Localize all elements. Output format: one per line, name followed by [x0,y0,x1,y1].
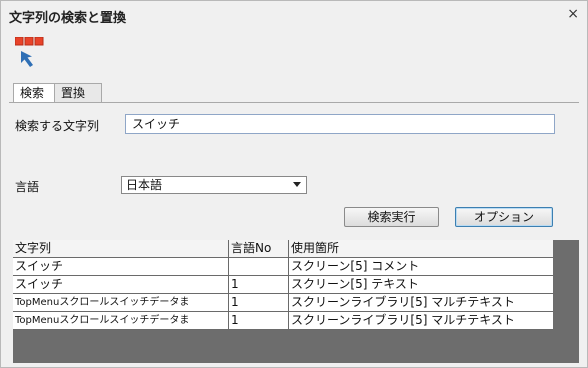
close-icon[interactable]: × [567,6,579,22]
table-cell-usage-location: スクリーン[5] テキスト [291,277,419,291]
table-cell-language-no: 1 [229,294,289,311]
table-cell-usage-location: スクリーンライブラリ[5] マルチテキスト [291,295,515,309]
results-table-body: 文字列 言語No 使用箇所 スイッチ スクリーン[5] コメント スイッチ 1 … [13,240,553,330]
table-header-row: 文字列 言語No 使用箇所 [13,240,553,258]
column-header-language-no[interactable]: 言語No [229,240,289,257]
column-header-string[interactable]: 文字列 [13,240,229,257]
table-cell-string: スイッチ [13,276,229,293]
search-panel: 検索する文字列 スイッチ 言語 日本語 検索実行 オプション 文字列 言語No … [9,102,579,363]
title-bar: 文字列の検索と置換 × [1,1,587,29]
table-cell-string: スイッチ [13,258,229,275]
table-cell-usage-location: スクリーン[5] コメント [291,259,420,273]
table-row[interactable]: スイッチ スクリーン[5] コメント [13,258,553,276]
search-input[interactable]: スイッチ [125,114,555,134]
search-execute-button[interactable]: 検索実行 [344,207,439,227]
tab-search-label: 検索 [20,86,45,100]
search-execute-label: 検索実行 [367,210,416,224]
tab-replace[interactable]: 置換 [54,83,102,103]
table-cell-usage-location: スクリーンライブラリ[5] マルチテキスト [291,313,515,327]
table-row[interactable]: TopMenuスクロールスイッチデータま 1 スクリーンライブラリ[5] マルチ… [13,294,553,312]
search-string-label: 検索する文字列 [15,119,100,133]
column-header-usage-location[interactable]: 使用箇所 [289,240,553,257]
options-button[interactable]: オプション [455,207,553,227]
chevron-down-icon [293,182,301,187]
window-title: 文字列の検索と置換 [9,11,127,26]
table-cell-string: TopMenuスクロールスイッチデータま [13,294,229,311]
options-button-label: オプション [473,210,534,224]
tab-replace-label: 置換 [61,86,86,100]
search-input-value: スイッチ [132,117,181,131]
table-row[interactable]: スイッチ 1 スクリーン[5] テキスト [13,276,553,294]
search-replace-tool-icon[interactable] [14,36,45,71]
table-cell-language-no: 1 [229,312,289,329]
language-select-value: 日本語 [126,178,163,192]
table-row[interactable]: TopMenuスクロールスイッチデータま 1 スクリーンライブラリ[5] マルチ… [13,312,553,330]
table-cell-language-no: 1 [229,276,289,293]
table-cell-language-no [229,258,289,275]
search-replace-dialog: 文字列の検索と置換 × 検索 置換 検索する文字列 スイッチ 言語 日本語 検索… [0,0,588,368]
results-table: 文字列 言語No 使用箇所 スイッチ スクリーン[5] コメント スイッチ 1 … [13,240,579,363]
language-select[interactable]: 日本語 [121,176,307,194]
table-cell-string: TopMenuスクロールスイッチデータま [13,312,229,329]
language-label: 言語 [15,180,40,194]
